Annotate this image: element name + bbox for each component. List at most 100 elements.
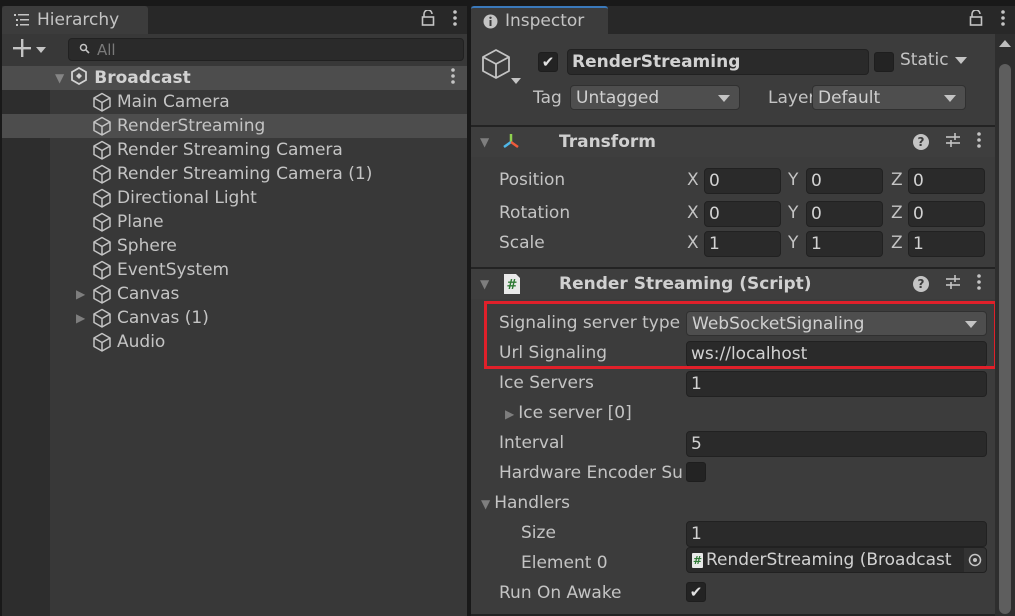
interval-field[interactable] — [686, 431, 987, 457]
axis-y-label: Y — [788, 170, 799, 190]
axis-y-label: Y — [788, 203, 799, 223]
rotation-x-input[interactable] — [709, 204, 780, 224]
active-checkbox[interactable]: ✔ — [538, 52, 558, 72]
size-label: Size — [521, 523, 556, 543]
expand-arrow-icon[interactable]: ▶ — [76, 287, 85, 301]
component-menu-icon[interactable] — [977, 131, 981, 153]
position-x-input[interactable] — [709, 171, 780, 191]
inspector-body: ✔ Static Tag Untagged Layer Default ▼ — [471, 34, 1015, 616]
hierarchy-item[interactable]: Directional Light — [2, 186, 467, 210]
expand-arrow-icon[interactable]: ▼ — [55, 71, 64, 85]
search-input[interactable] — [97, 40, 437, 59]
list-icon — [14, 14, 30, 26]
scale-z-input[interactable] — [913, 234, 984, 254]
render-streaming-title: Render Streaming (Script) — [559, 274, 812, 294]
presets-icon[interactable] — [945, 132, 961, 153]
interval-label: Interval — [499, 433, 565, 453]
create-button[interactable] — [12, 38, 46, 63]
scene-menu-icon[interactable] — [451, 67, 455, 89]
handlers-foldout[interactable]: ▼ Handlers — [481, 493, 570, 513]
position-x-field[interactable] — [704, 168, 781, 194]
gameobject-cube-icon — [92, 164, 112, 184]
interval-input[interactable] — [691, 434, 986, 454]
scale-y-field[interactable] — [806, 231, 883, 257]
component-menu-icon[interactable] — [977, 273, 981, 295]
kebab-menu-icon[interactable] — [453, 9, 457, 31]
hierarchy-item[interactable]: ▶ Canvas (1) — [2, 306, 467, 330]
fold-arrow-icon[interactable]: ▼ — [480, 277, 489, 291]
ice-server-0-label: Ice server [0] — [518, 403, 632, 423]
hierarchy-item[interactable]: Audio — [2, 330, 467, 354]
scale-z-field[interactable] — [908, 231, 985, 257]
fold-arrow-icon[interactable]: ▼ — [480, 135, 489, 149]
ice-server-0-foldout[interactable]: ▶ Ice server [0] — [505, 403, 632, 423]
hierarchy-item[interactable]: Render Streaming Camera — [2, 138, 467, 162]
gameobject-cube-icon — [92, 284, 112, 304]
help-icon[interactable]: ? — [913, 134, 929, 150]
rotation-x-field[interactable] — [704, 201, 781, 227]
chevron-down-icon — [944, 95, 956, 102]
hierarchy-item[interactable]: EventSystem — [2, 258, 467, 282]
scale-y-input[interactable] — [811, 234, 882, 254]
icon-dropdown-caret[interactable] — [511, 78, 521, 84]
lock-icon[interactable] — [969, 8, 983, 31]
help-icon[interactable]: ? — [913, 276, 929, 292]
lock-icon[interactable] — [421, 8, 435, 31]
gameobject-name-input[interactable] — [572, 52, 862, 72]
hw-encoder-checkbox[interactable] — [686, 462, 706, 482]
url-signaling-field[interactable] — [686, 341, 987, 367]
expand-arrow-icon[interactable]: ▶ — [76, 311, 85, 325]
run-on-awake-label: Run On Awake — [499, 583, 622, 603]
rotation-y-input[interactable] — [811, 204, 882, 224]
gameobject-cube-icon[interactable] — [481, 48, 511, 85]
hierarchy-item[interactable]: ▶ Canvas — [2, 282, 467, 306]
position-z-input[interactable] — [913, 171, 984, 191]
layer-dropdown[interactable]: Default — [812, 85, 966, 110]
tag-dropdown[interactable]: Untagged — [570, 85, 740, 110]
scroll-up-arrow-icon[interactable] — [999, 40, 1011, 47]
expand-arrow-icon[interactable]: ▼ — [481, 497, 490, 511]
axis-x-label: X — [687, 203, 699, 223]
hierarchy-item[interactable]: Sphere — [2, 234, 467, 258]
position-y-input[interactable] — [811, 171, 882, 191]
scroll-thumb[interactable] — [999, 64, 1011, 614]
transform-header[interactable]: ▼ Transform ? — [471, 125, 995, 157]
tab-inspector[interactable]: Inspector — [471, 6, 608, 34]
chevron-down-icon — [965, 321, 977, 328]
rotation-label: Rotation — [499, 203, 571, 223]
gameobject-cube-icon — [92, 116, 112, 136]
expand-arrow-icon[interactable]: ▶ — [505, 407, 514, 421]
size-field[interactable] — [686, 521, 987, 547]
scale-x-input[interactable] — [709, 234, 780, 254]
element-0-object-field[interactable]: # RenderStreaming (Broadcast — [686, 547, 987, 573]
run-on-awake-checkbox[interactable]: ✔ — [686, 582, 706, 602]
scale-x-field[interactable] — [704, 231, 781, 257]
position-y-field[interactable] — [806, 168, 883, 194]
object-picker-button[interactable] — [964, 548, 986, 572]
signaling-type-dropdown[interactable]: WebSocketSignaling — [686, 311, 987, 336]
rotation-z-input[interactable] — [913, 204, 984, 224]
size-input[interactable] — [691, 524, 986, 544]
inspector-scrollbar[interactable] — [995, 34, 1015, 616]
ice-servers-field[interactable] — [686, 371, 987, 397]
gameobject-name-field[interactable] — [567, 49, 869, 75]
rotation-z-field[interactable] — [908, 201, 985, 227]
presets-icon[interactable] — [945, 274, 961, 295]
hierarchy-item[interactable]: Main Camera — [2, 90, 467, 114]
static-checkbox[interactable] — [874, 52, 894, 72]
search-field[interactable] — [68, 38, 464, 61]
position-z-field[interactable] — [908, 168, 985, 194]
ice-servers-input[interactable] — [691, 374, 986, 394]
url-signaling-label: Url Signaling — [499, 343, 608, 363]
static-dropdown[interactable]: Static — [900, 50, 967, 70]
rotation-y-field[interactable] — [806, 201, 883, 227]
hierarchy-item[interactable]: Plane — [2, 210, 467, 234]
transform-title: Transform — [559, 132, 656, 152]
url-signaling-input[interactable] — [691, 344, 986, 364]
scene-row[interactable]: ▼ Broadcast — [2, 66, 467, 90]
hierarchy-item[interactable]: RenderStreaming — [2, 114, 467, 138]
render-streaming-header[interactable]: ▼ # Render Streaming (Script) ? — [471, 267, 995, 299]
hierarchy-item[interactable]: Render Streaming Camera (1) — [2, 162, 467, 186]
tab-hierarchy[interactable]: Hierarchy — [2, 6, 148, 34]
kebab-menu-icon[interactable] — [1001, 9, 1005, 31]
